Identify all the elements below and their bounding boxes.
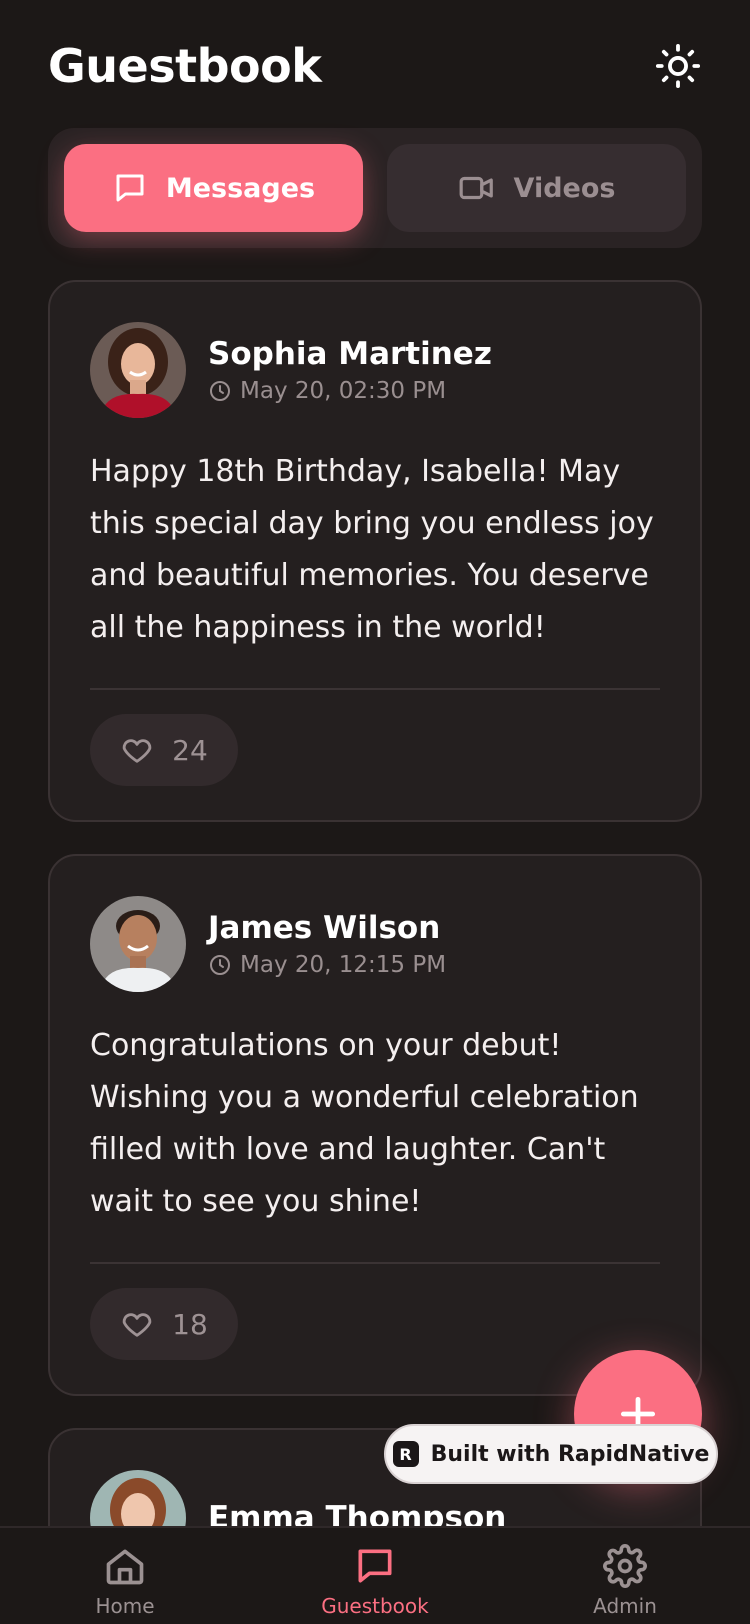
author-info: James Wilson May 20, 12:15 PM (208, 910, 446, 978)
nav-item-guestbook[interactable]: Guestbook (275, 1544, 475, 1624)
nav-label: Admin (593, 1594, 657, 1618)
sun-icon (655, 43, 701, 89)
home-icon (106, 1549, 144, 1585)
heart-icon (122, 1313, 152, 1337)
page-title: Guestbook (48, 39, 322, 93)
segmented-tabs: Messages Videos (48, 128, 702, 248)
divider (90, 1262, 660, 1264)
tab-videos[interactable]: Videos (387, 144, 686, 232)
like-count: 24 (172, 733, 208, 767)
nav-item-home[interactable]: Home (25, 1544, 225, 1624)
nav-item-admin[interactable]: Admin (525, 1544, 725, 1624)
clock-icon (210, 955, 230, 975)
bottom-navigation: Home Guestbook Admin (0, 1526, 750, 1624)
like-button[interactable]: 18 (90, 1288, 238, 1360)
author-name: James Wilson (208, 910, 441, 946)
header: Guestbook (48, 34, 702, 98)
author-name: Sophia Martinez (208, 336, 492, 372)
like-count: 18 (172, 1307, 208, 1341)
card-header: Sophia Martinez May 20, 02:30 PM (90, 322, 660, 418)
rapidnative-logo-icon: R (392, 1441, 419, 1467)
heart-icon (122, 739, 152, 763)
nav-label: Home (95, 1594, 155, 1618)
avatar (90, 896, 186, 992)
clock-icon (210, 381, 230, 401)
timestamp-text: May 20, 02:30 PM (240, 378, 447, 404)
gear-icon (603, 1544, 647, 1588)
avatar (90, 322, 186, 418)
card-header: James Wilson May 20, 12:15 PM (90, 896, 660, 992)
video-icon (459, 176, 493, 200)
message-text: Happy 18th Birthday, Isabella! May this … (90, 454, 654, 645)
tab-label: Videos (513, 172, 616, 204)
tab-messages[interactable]: Messages (64, 144, 363, 232)
badge-label: Built with RapidNative (430, 1441, 710, 1467)
message-card: James Wilson May 20, 12:15 PM Congratula… (48, 854, 702, 1396)
timestamp: May 20, 12:15 PM (208, 952, 446, 978)
timestamp-text: May 20, 12:15 PM (240, 952, 447, 978)
author-info: Sophia Martinez May 20, 02:30 PM (208, 336, 492, 404)
message-text: Congratulations on your debut! Wishing y… (90, 1028, 639, 1219)
nav-label: Guestbook (321, 1594, 429, 1618)
message-card: Sophia Martinez May 20, 02:30 PM Happy 1… (48, 280, 702, 822)
divider (90, 688, 660, 690)
message-square-icon (116, 174, 144, 202)
message-square-icon (358, 1549, 392, 1583)
theme-toggle-button[interactable] (654, 42, 702, 90)
like-button[interactable]: 24 (90, 714, 238, 786)
tab-label: Messages (165, 172, 316, 204)
timestamp: May 20, 02:30 PM (208, 378, 492, 404)
built-with-badge[interactable]: R Built with RapidNative (384, 1424, 718, 1484)
